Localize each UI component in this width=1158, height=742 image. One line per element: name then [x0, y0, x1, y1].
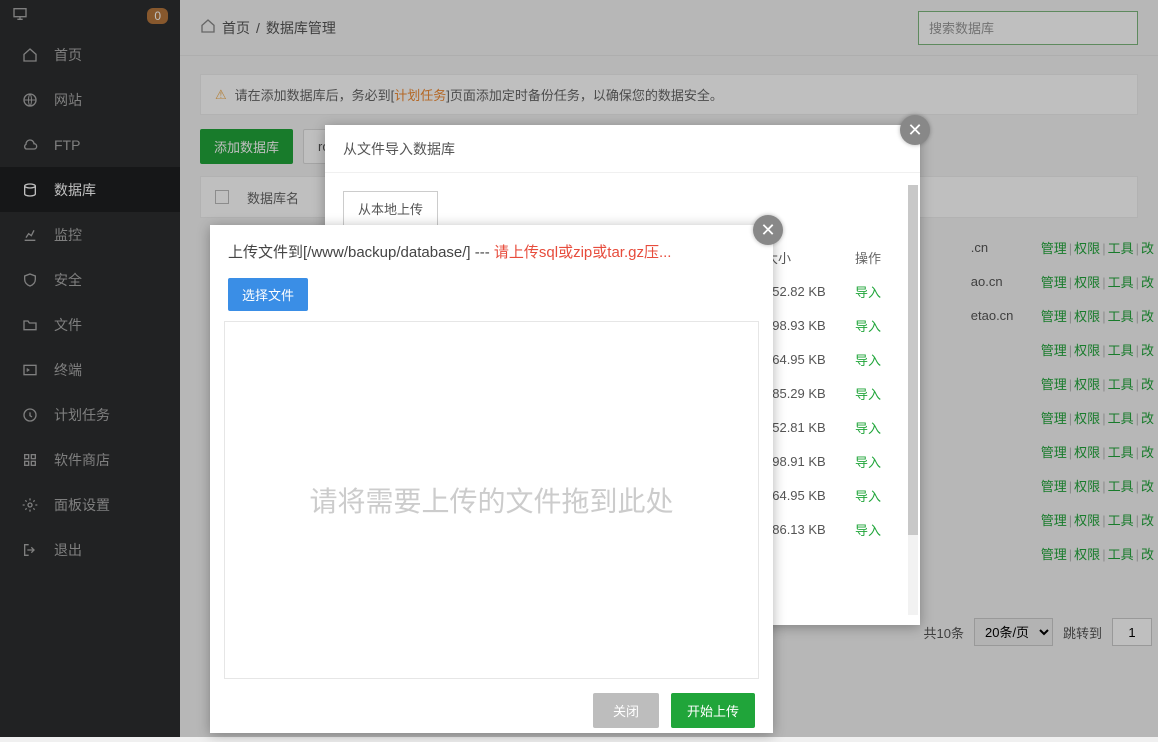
file-size: 398.91 KB	[765, 454, 835, 469]
file-row: 452.81 KB 导入	[765, 410, 885, 444]
import-link[interactable]: 导入	[855, 486, 881, 505]
upload-format-hint: 请上传sql或zip或tar.gz压...	[494, 244, 672, 261]
import-link[interactable]: 导入	[855, 384, 881, 403]
import-link[interactable]: 导入	[855, 316, 881, 335]
file-size: 452.82 KB	[765, 284, 835, 299]
select-file-button[interactable]: 选择文件	[228, 278, 308, 311]
file-size: 164.95 KB	[765, 352, 835, 367]
file-row: 186.13 KB 导入	[765, 512, 885, 546]
scrollbar-thumb[interactable]	[908, 185, 918, 535]
upload-modal-title: 上传文件到[/www/backup/database/] --- 请上传sql或…	[210, 225, 773, 272]
file-list-header: 大小 操作	[765, 240, 885, 274]
file-row: 452.82 KB 导入	[765, 274, 885, 308]
import-link[interactable]: 导入	[855, 452, 881, 471]
file-size: 186.13 KB	[765, 522, 835, 537]
import-link[interactable]: 导入	[855, 418, 881, 437]
import-modal-scrollbar[interactable]	[908, 185, 918, 615]
file-row: 185.29 KB 导入	[765, 376, 885, 410]
upload-dropzone[interactable]: 请将需要上传的文件拖到此处	[224, 321, 759, 679]
import-modal-close[interactable]: ✕	[900, 115, 930, 145]
import-link[interactable]: 导入	[855, 350, 881, 369]
import-link[interactable]: 导入	[855, 520, 881, 539]
import-link[interactable]: 导入	[855, 282, 881, 301]
file-row: 398.93 KB 导入	[765, 308, 885, 342]
upload-modal: ✕ 上传文件到[/www/backup/database/] --- 请上传sq…	[210, 225, 773, 733]
file-size: 452.81 KB	[765, 420, 835, 435]
file-size: 164.95 KB	[765, 488, 835, 503]
file-row: 398.91 KB 导入	[765, 444, 885, 478]
import-modal-title: 从文件导入数据库	[325, 125, 920, 173]
upload-modal-close[interactable]: ✕	[753, 215, 783, 245]
file-size: 185.29 KB	[765, 386, 835, 401]
file-size: 398.93 KB	[765, 318, 835, 333]
local-upload-button[interactable]: 从本地上传	[343, 191, 438, 226]
th-size: 大小	[765, 248, 835, 267]
file-row: 164.95 KB 导入	[765, 478, 885, 512]
import-file-list: 大小 操作 452.82 KB导入398.93 KB导入164.95 KB导入1…	[765, 240, 885, 546]
th-action: 操作	[855, 248, 881, 267]
upload-start-button[interactable]: 开始上传	[671, 693, 755, 728]
upload-close-button[interactable]: 关闭	[593, 693, 659, 728]
file-row: 164.95 KB 导入	[765, 342, 885, 376]
